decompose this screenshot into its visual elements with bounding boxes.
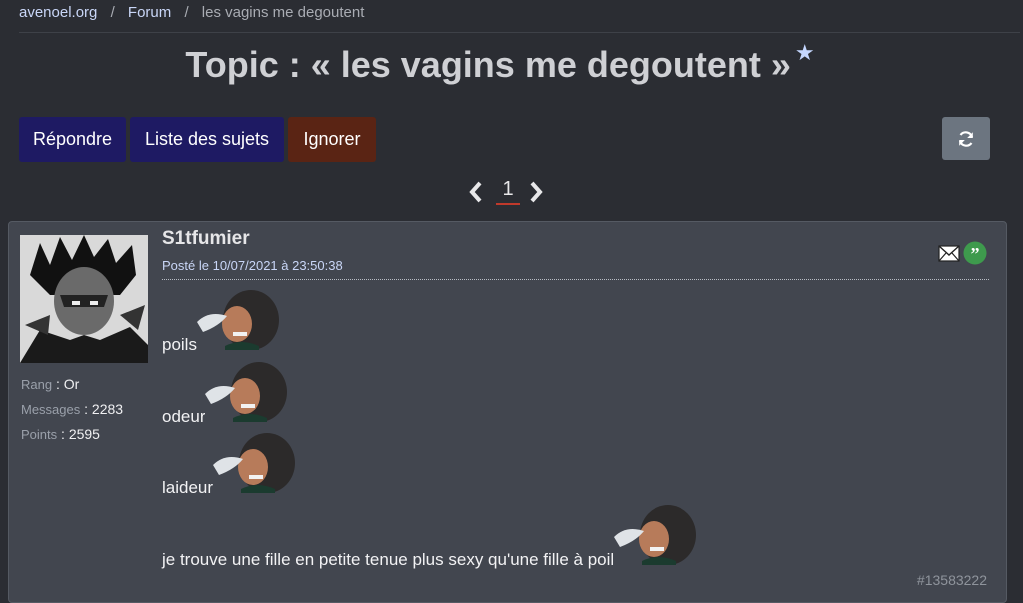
page-number-current[interactable]: 1	[496, 178, 520, 205]
stat-value: 2595	[68, 426, 100, 442]
breadcrumb-separator: /	[184, 4, 189, 21]
star-icon[interactable]: ★	[795, 40, 815, 65]
breadcrumb-home-link[interactable]: avenoel.org	[19, 4, 97, 21]
post-text: poils	[162, 335, 197, 354]
reply-button[interactable]: Répondre	[19, 117, 126, 162]
stat-separator: :	[52, 376, 64, 392]
stat-label: Rang	[21, 377, 53, 392]
topic-list-button[interactable]: Liste des sujets	[130, 117, 284, 162]
stat-messages: Messages : 2283	[21, 397, 123, 422]
quote-icon[interactable]: ”	[963, 241, 987, 265]
smoking-monkey-sticker-icon	[205, 360, 292, 427]
stat-points: Points : 2595	[21, 422, 123, 447]
refresh-icon	[958, 130, 974, 147]
breadcrumb-forum-link[interactable]: Forum	[128, 4, 171, 21]
refresh-button[interactable]	[942, 117, 990, 160]
post-text: laideur	[162, 478, 214, 497]
smoking-monkey-sticker-icon	[196, 288, 283, 355]
post-author[interactable]: S1tfumier	[162, 228, 250, 250]
svg-text:”: ”	[971, 244, 980, 264]
post-text: odeur	[162, 407, 206, 426]
post-line-2: odeur	[162, 360, 292, 427]
avatar[interactable]	[20, 235, 148, 363]
post-line-1: poils	[162, 288, 283, 355]
pagination: 1	[468, 178, 548, 210]
smoking-monkey-sticker-icon	[614, 503, 701, 570]
stat-separator: :	[57, 426, 69, 442]
breadcrumb-separator: /	[110, 4, 115, 21]
forum-post: Rang : Or Messages : 2283 Points : 2595 …	[8, 221, 1007, 603]
chevron-left-icon[interactable]	[468, 180, 484, 204]
stat-label: Points	[21, 427, 58, 442]
mail-icon[interactable]	[938, 245, 960, 263]
smoking-monkey-sticker-icon	[213, 431, 300, 498]
breadcrumb: avenoel.org / Forum / les vagins me dego…	[19, 4, 1020, 33]
post-date[interactable]: Posté le 10/07/2021 à 23:50:38	[162, 258, 343, 273]
stat-separator: :	[80, 401, 92, 417]
stat-value: Or	[63, 376, 80, 392]
post-divider	[162, 279, 989, 280]
chevron-right-icon[interactable]	[528, 180, 544, 204]
post-text: je trouve une fille en petite tenue plus…	[162, 550, 615, 569]
post-line-4: je trouve une fille en petite tenue plus…	[162, 503, 701, 570]
stat-label: Messages	[21, 402, 81, 417]
breadcrumb-current: les vagins me degoutent	[201, 4, 365, 21]
page-title-text: Topic : « les vagins me degoutent »	[185, 44, 791, 85]
page-title: Topic : « les vagins me degoutent » ★	[0, 40, 1000, 86]
post-line-3: laideur	[162, 431, 300, 498]
stat-value: 2283	[91, 401, 124, 417]
author-stats: Rang : Or Messages : 2283 Points : 2595	[21, 372, 123, 447]
post-id-link[interactable]: #13583222	[917, 572, 987, 588]
ignore-button[interactable]: Ignorer	[288, 117, 376, 162]
stat-rank: Rang : Or	[21, 372, 123, 397]
